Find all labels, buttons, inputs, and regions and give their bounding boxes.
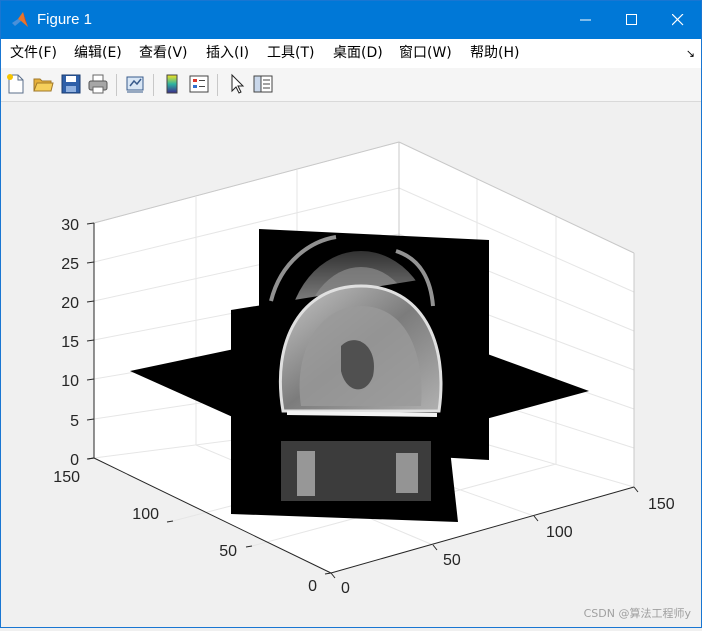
print-icon[interactable] [87, 73, 109, 95]
x-tick-label: 50 [443, 552, 461, 569]
y-tick-label: 0 [308, 578, 317, 595]
maximize-icon [626, 14, 637, 25]
z-tick-label: 10 [61, 373, 79, 390]
toolbar-separator [153, 74, 154, 96]
toolbar-separator [116, 74, 117, 96]
z-tick-label: 30 [61, 217, 79, 234]
z-tick-label: 25 [61, 256, 79, 273]
property-inspector-icon[interactable] [252, 73, 274, 95]
menu-bar: 文件(F) 编辑(E) 查看(V) 插入(I) 工具(T) 桌面(D) 窗口(W… [1, 39, 701, 68]
y-tick-label: 50 [219, 543, 237, 560]
menu-window[interactable]: 窗口(W) [393, 39, 458, 68]
menu-insert[interactable]: 插入(I) [200, 39, 255, 68]
link-plot-icon[interactable] [124, 73, 146, 95]
x-tick-label: 150 [648, 496, 675, 513]
edit-plot-cursor-icon[interactable] [226, 73, 248, 95]
axes-3d[interactable]: 0 5 10 15 20 25 30 0 50 100 150 0 50 100… [1, 102, 701, 627]
z-tick-label: 5 [70, 413, 79, 430]
x-tick-label: 0 [341, 580, 350, 597]
save-icon[interactable] [60, 73, 82, 95]
matlab-logo-icon [12, 12, 28, 27]
y-tick-label: 100 [132, 506, 159, 523]
close-icon [672, 14, 684, 26]
title-bar[interactable]: Figure 1 [1, 1, 701, 39]
watermark: CSDN @算法工程师y [583, 607, 691, 620]
menu-desktop[interactable]: 桌面(D) [327, 39, 389, 68]
new-figure-icon[interactable] [5, 73, 27, 95]
z-tick-label: 20 [61, 295, 79, 312]
maximize-button[interactable] [609, 1, 655, 39]
x-tick-label: 100 [546, 524, 573, 541]
minimize-button[interactable] [563, 1, 609, 39]
legend-icon[interactable] [188, 73, 210, 95]
menu-edit[interactable]: 编辑(E) [68, 39, 128, 68]
toolbar [1, 68, 701, 102]
toolbar-separator [217, 74, 218, 96]
colorbar-icon[interactable] [161, 73, 183, 95]
figure-canvas[interactable]: 0 5 10 15 20 25 30 0 50 100 150 0 50 100… [1, 102, 701, 627]
figure-window: Figure 1 文件(F) 编辑(E) 查看(V) 插入(I) 工具(T) 桌… [0, 0, 702, 628]
open-file-icon[interactable] [32, 73, 54, 95]
z-tick-label: 15 [61, 334, 79, 351]
menu-help[interactable]: 帮助(H) [464, 39, 525, 68]
window-title: Figure 1 [37, 11, 93, 28]
menu-view[interactable]: 查看(V) [133, 39, 194, 68]
close-button[interactable] [655, 1, 701, 39]
menu-tools[interactable]: 工具(T) [261, 39, 320, 68]
menu-file[interactable]: 文件(F) [4, 39, 63, 68]
y-tick-label: 150 [53, 469, 80, 486]
z-tick-label: 0 [70, 452, 79, 469]
dock-arrow-icon[interactable]: ↘ [686, 47, 695, 60]
minimize-icon [580, 19, 591, 21]
